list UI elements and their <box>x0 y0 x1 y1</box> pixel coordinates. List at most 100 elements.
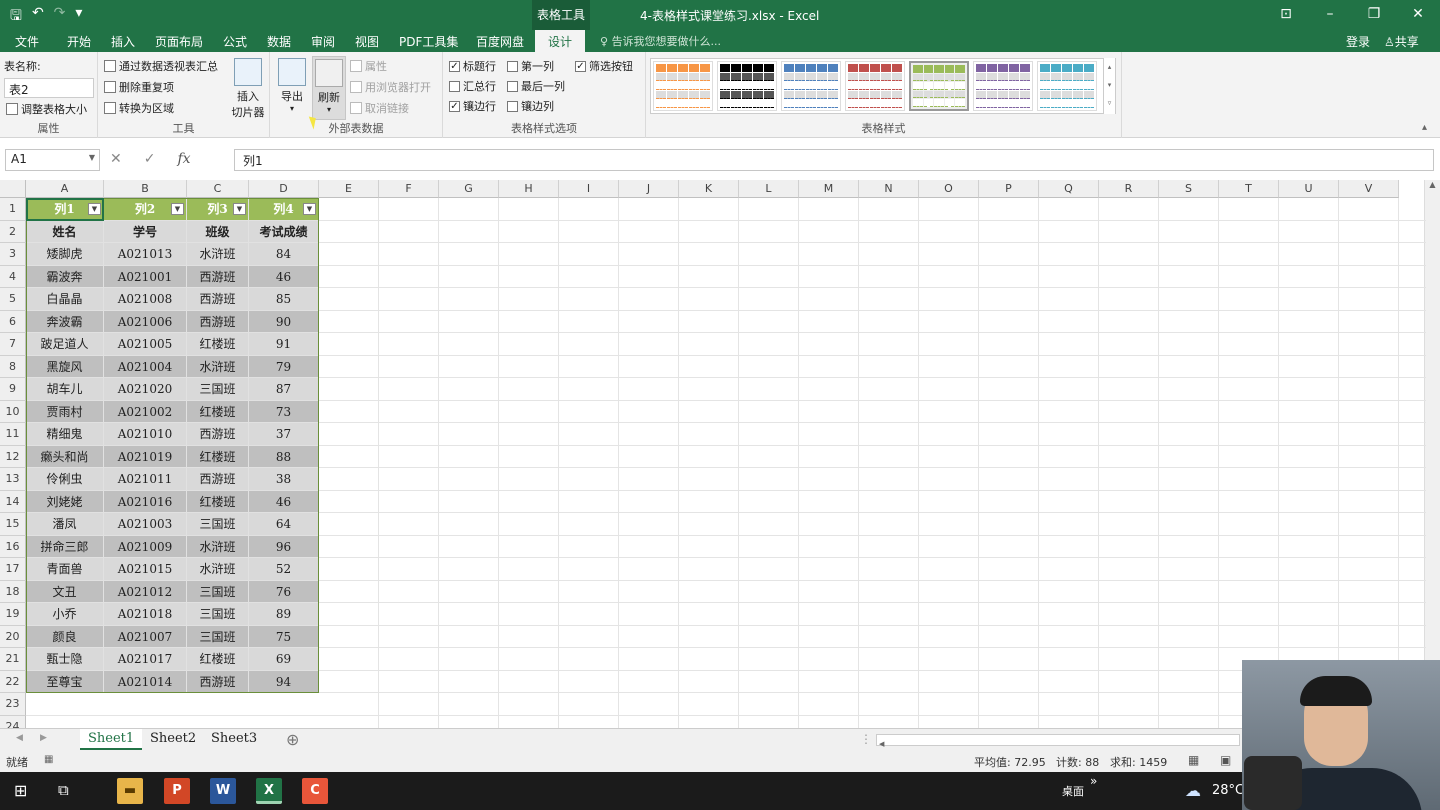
column-header-p[interactable]: P <box>979 180 1039 198</box>
export-button[interactable]: 导出 ▾ <box>276 58 308 113</box>
ribbon-display-options-button[interactable]: ⊡ <box>1264 0 1308 30</box>
row-header[interactable]: 17 <box>0 558 26 581</box>
sheet-nav-prev-icon[interactable]: ◀ <box>16 733 23 743</box>
toolbar-chevron-icon[interactable]: » <box>1090 774 1097 788</box>
table-cell[interactable]: A021004 <box>104 355 187 378</box>
table-cell[interactable]: A021018 <box>104 603 187 626</box>
column-header-a[interactable]: A <box>26 180 104 198</box>
table-cell[interactable]: 红楼班 <box>187 445 249 468</box>
login-link[interactable]: 登录 <box>1346 33 1370 50</box>
column-header-r[interactable]: R <box>1099 180 1159 198</box>
name-box-dropdown-icon[interactable]: ▼ <box>89 153 95 162</box>
row-header[interactable]: 10 <box>0 400 26 423</box>
table-cell[interactable]: A021011 <box>104 468 187 491</box>
row-header[interactable]: 23 <box>0 693 26 716</box>
column-header-c[interactable]: C <box>187 180 249 198</box>
column-header-k[interactable]: K <box>679 180 739 198</box>
sheet-tab-sheet2[interactable]: Sheet2 <box>142 729 204 750</box>
table-cell[interactable]: 班级 <box>187 220 249 243</box>
row-header[interactable]: 20 <box>0 625 26 648</box>
tab-pdf-tools[interactable]: PDF工具集 <box>399 33 458 50</box>
tab-baidu-netdisk[interactable]: 百度网盘 <box>476 33 524 50</box>
table-cell[interactable]: A021010 <box>104 423 187 446</box>
tab-view[interactable]: 视图 <box>355 33 379 50</box>
row-header[interactable]: 14 <box>0 490 26 513</box>
sheet-tab-sheet3[interactable]: Sheet3 <box>203 729 265 750</box>
filter-dropdown-button[interactable]: ▼ <box>171 203 184 215</box>
tab-formulas[interactable]: 公式 <box>223 33 247 50</box>
table-cell[interactable]: 52 <box>249 558 319 581</box>
column-header-t[interactable]: T <box>1219 180 1279 198</box>
banded-columns-option[interactable]: 镶边列 <box>507 98 554 114</box>
total-row-checkbox[interactable] <box>449 80 460 92</box>
table-cell[interactable]: 姓名 <box>26 220 104 243</box>
table-style-swatch[interactable] <box>781 61 841 111</box>
row-header[interactable]: 1 <box>0 198 26 221</box>
column-header-l[interactable]: L <box>739 180 799 198</box>
row-header[interactable]: 16 <box>0 535 26 558</box>
table-cell[interactable]: 贾雨村 <box>26 400 104 423</box>
filter-button-option[interactable]: ✓ 筛选按钮 <box>575 58 633 74</box>
gallery-scroll[interactable]: ▴ ▾ ▿ <box>1103 58 1115 114</box>
table-cell[interactable]: 红楼班 <box>187 490 249 513</box>
weather-temp[interactable]: 28°C <box>1212 783 1244 798</box>
table-cell[interactable]: 西游班 <box>187 670 249 693</box>
close-button[interactable]: ✕ <box>1396 0 1440 30</box>
table-cell[interactable]: 64 <box>249 513 319 536</box>
table-cell[interactable]: 73 <box>249 400 319 423</box>
table-cell[interactable]: 学号 <box>104 220 187 243</box>
table-cell[interactable]: 红楼班 <box>187 333 249 356</box>
properties-button[interactable]: 属性 <box>350 58 387 74</box>
column-header-q[interactable]: Q <box>1039 180 1099 198</box>
table-style-swatch[interactable] <box>909 61 969 111</box>
tab-review[interactable]: 审阅 <box>311 33 335 50</box>
table-cell[interactable]: 至尊宝 <box>26 670 104 693</box>
table-cell[interactable]: 69 <box>249 648 319 671</box>
page-layout-view-icon[interactable]: ▣ <box>1220 753 1231 767</box>
total-row-option[interactable]: 汇总行 <box>449 78 496 94</box>
redo-icon[interactable]: ↷ <box>54 5 66 29</box>
tell-me-search[interactable]: ♀ 告诉我您想要做什么... <box>600 33 721 49</box>
table-name-input[interactable]: 表2 <box>4 78 94 98</box>
table-cell[interactable]: 甄士隐 <box>26 648 104 671</box>
table-cell[interactable]: A021013 <box>104 243 187 266</box>
table-cell[interactable]: 三国班 <box>187 378 249 401</box>
file-explorer-icon[interactable]: ▬ <box>117 778 143 804</box>
row-header[interactable]: 4 <box>0 265 26 288</box>
restore-button[interactable]: ❐ <box>1352 0 1396 30</box>
table-cell[interactable]: A021005 <box>104 333 187 356</box>
column-header-h[interactable]: H <box>499 180 559 198</box>
column-header-e[interactable]: E <box>319 180 379 198</box>
worksheet-grid[interactable]: ▲ A B C D E F G H I J K L M N O P Q R S T U V 1 2 3 4 5 6 7 8 9 10 11 12 1… <box>0 180 1440 728</box>
last-column-checkbox[interactable] <box>507 80 518 92</box>
table-cell[interactable]: 三国班 <box>187 580 249 603</box>
excel-icon[interactable]: X <box>256 778 282 804</box>
filter-dropdown-button[interactable]: ▼ <box>233 203 246 215</box>
sheet-nav-next-icon[interactable]: ▶ <box>40 733 47 743</box>
row-header[interactable]: 6 <box>0 310 26 333</box>
scroll-up-icon[interactable]: ▲ <box>1425 180 1440 189</box>
table-cell[interactable]: A021001 <box>104 265 187 288</box>
row-header[interactable]: 13 <box>0 468 26 491</box>
table-cell[interactable]: 白晶晶 <box>26 288 104 311</box>
app-orange-icon[interactable]: C <box>302 778 328 804</box>
cancel-icon[interactable]: ✕ <box>110 151 122 167</box>
tab-split-handle[interactable]: ⋮ <box>860 732 872 746</box>
row-header[interactable]: 3 <box>0 243 26 266</box>
table-cell[interactable]: 癞头和尚 <box>26 445 104 468</box>
table-cell[interactable]: 75 <box>249 625 319 648</box>
insert-function-icon[interactable]: fx <box>177 151 190 167</box>
table-cell[interactable]: A021002 <box>104 400 187 423</box>
column-header-i[interactable]: I <box>559 180 619 198</box>
table-cell[interactable]: 水浒班 <box>187 535 249 558</box>
table-cell[interactable]: 46 <box>249 490 319 513</box>
table-style-swatch[interactable] <box>845 61 905 111</box>
table-cell[interactable]: 刘姥姥 <box>26 490 104 513</box>
table-cell[interactable]: 西游班 <box>187 468 249 491</box>
unlink-button[interactable]: 取消链接 <box>350 100 409 116</box>
table-cell[interactable]: 94 <box>249 670 319 693</box>
normal-view-icon[interactable]: ▦ <box>1188 753 1199 767</box>
save-icon[interactable]: 🖫 <box>10 5 22 29</box>
scroll-left-icon[interactable]: ◀ <box>877 740 884 748</box>
row-header[interactable]: 8 <box>0 355 26 378</box>
